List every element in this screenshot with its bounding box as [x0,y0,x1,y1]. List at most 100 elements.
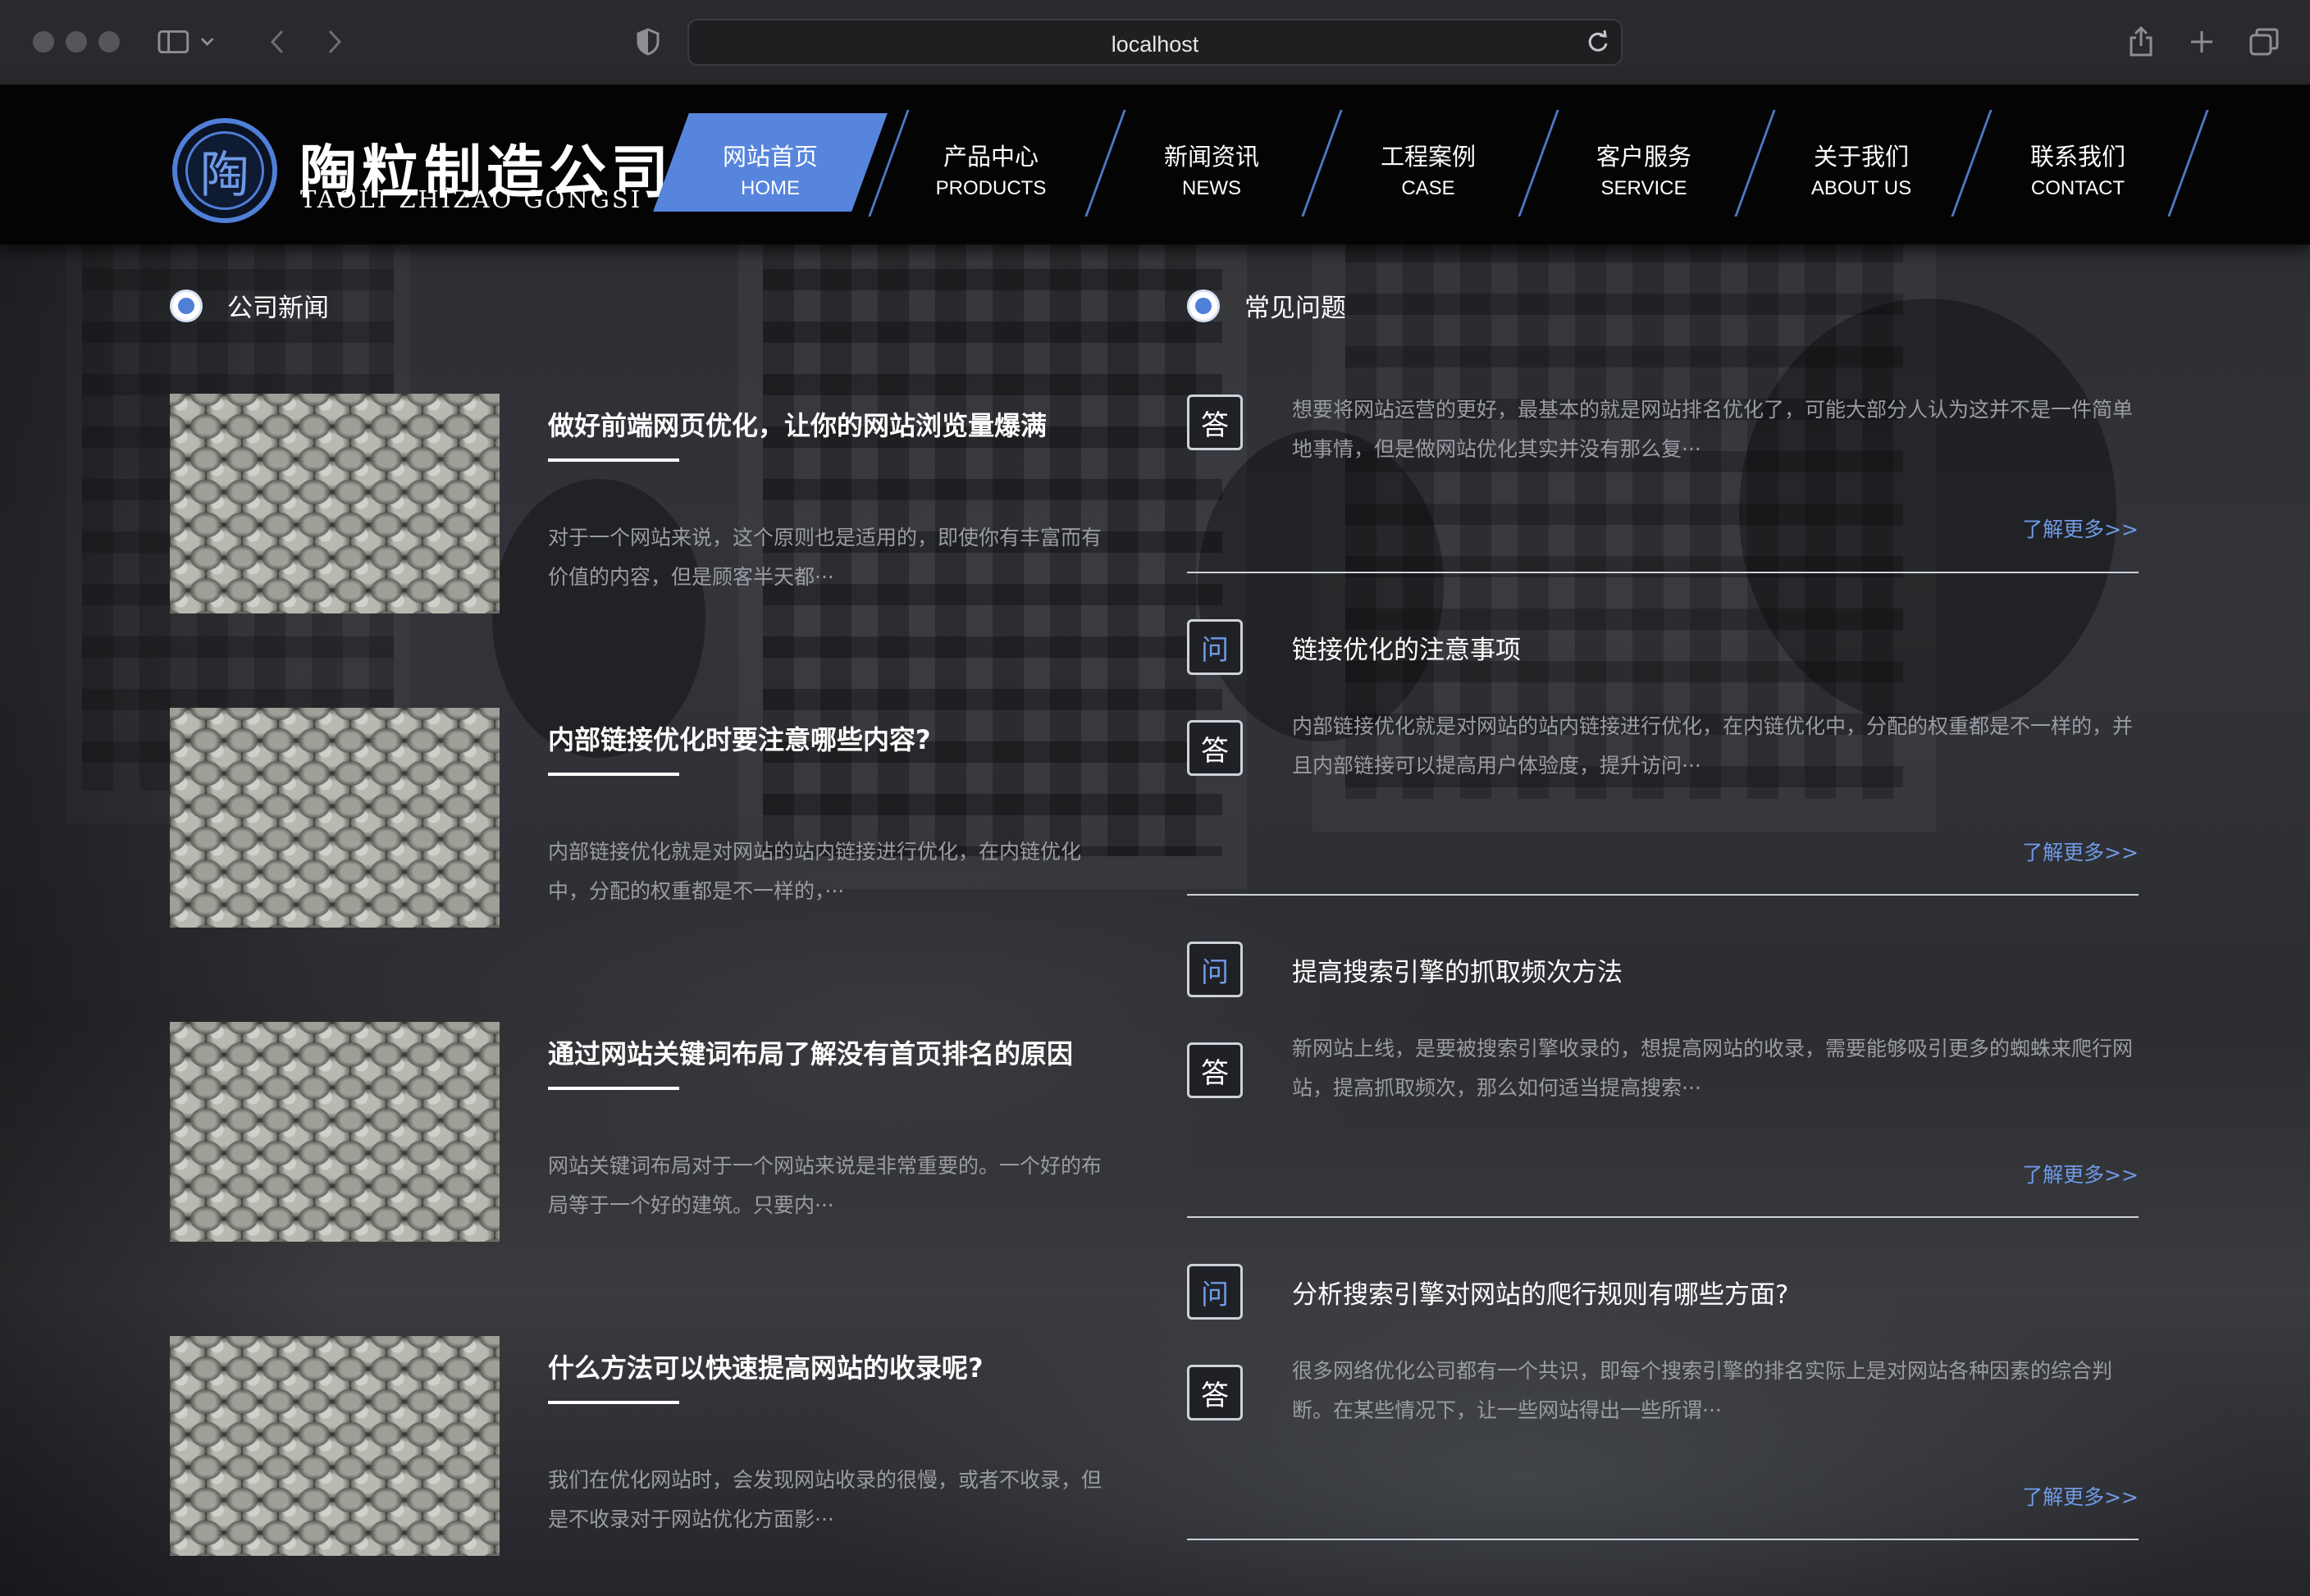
faq-item: 问 分析搜索引擎对网站的爬行规则有哪些方面? 答 很多网络优化公司都有一个共识，… [1187,1264,2139,1543]
nav-label-cn: 客户服务 [1596,143,1691,171]
news-item[interactable]: 做好前端网页优化，让你的网站浏览量爆满 对于一个网站来说，这个原则也是适用的，即… [170,394,1113,615]
nav-item-products[interactable]: 产品中心 PRODUCTS [896,113,1086,212]
site-header: 陶 陶粒制造公司 TAOLI ZHIZAO GONGSI 网站首页 HOME 产… [0,85,2310,244]
answer-badge-icon: 答 [1187,1365,1243,1420]
nav-label-cn: 新闻资讯 [1163,143,1259,171]
news-item[interactable]: 通过网站关键词布局了解没有首页排名的原因 网站关键词布局对于一个网站来说是非常重… [170,1022,1113,1243]
news-thumbnail[interactable] [170,394,500,613]
sidebar-icon [158,30,189,54]
section-bullet-icon [170,289,203,322]
back-button[interactable] [261,21,294,62]
news-thumbnail[interactable] [170,708,500,928]
news-summary: 对于一个网站来说，这个原则也是适用的，即使你有丰富而有价值的内容，但是顾客半天都… [548,526,1102,589]
nav-label-cn: 产品中心 [943,143,1039,171]
shield-icon [637,28,660,56]
address-bar[interactable]: localhost [687,19,1623,66]
news-item[interactable]: 什么方法可以快速提高网站的收录呢? 我们在优化网站时，会发现网站收录的很慢，或者… [170,1336,1113,1557]
news-title[interactable]: 做好前端网页优化，让你的网站浏览量爆满 [548,405,1047,443]
window-close-button[interactable] [33,31,54,52]
nav-label-en: CONTACT [2030,177,2125,199]
nav-item-case[interactable]: 工程案例 CASE [1333,113,1523,212]
title-underline [548,458,679,462]
faq-section-heading: 常见问题 [1187,287,1346,324]
logo-emblem-char: 陶 [185,131,264,210]
plus-icon [2191,31,2212,52]
news-title[interactable]: 什么方法可以快速提高网站的收录呢? [548,1347,984,1385]
logo-name-en: TAOLI ZHIZAO GONGSI [300,185,643,213]
logo-emblem[interactable]: 陶 [172,118,277,223]
nav-label-en: NEWS [1182,177,1241,199]
news-title[interactable]: 通过网站关键词布局了解没有首页排名的原因 [548,1033,1073,1071]
share-button[interactable] [2125,21,2157,62]
faq-answer: 新网站上线，是要被搜索引擎收录的，想提高网站的收录，需要能够吸引更多的蜘蛛来爬行… [1292,1037,2134,1100]
news-title[interactable]: 内部链接优化时要注意哪些内容? [548,719,931,757]
nav-item-contact[interactable]: 联系我们 CONTACT [1983,113,2173,212]
share-icon [2130,26,2152,57]
faq-divider [1187,894,2139,896]
news-section-title: 公司新闻 [227,294,329,323]
new-tab-button[interactable] [2185,21,2218,62]
browser-toolbar: localhost [0,0,2310,85]
nav-item-service[interactable]: 客户服务 SERVICE [1549,113,1739,212]
question-badge-icon: 问 [1187,619,1243,675]
faq-item: 答 想要将网站运营的更好，最基本的就是网站排名优化了，可能大部分人认为这并不是一… [1187,390,2139,574]
sidebar-toggle-button[interactable] [158,21,215,62]
title-underline [548,1401,679,1404]
news-summary: 我们在优化网站时，会发现网站收录的很慢，或者不收录，但是不收录对于网站优化方面影… [548,1468,1102,1531]
faq-answer: 很多网络优化公司都有一个共识，即每个搜索引擎的排名实际上是对网站各种因素的综合判… [1292,1359,2113,1422]
section-bullet-icon [1187,289,1220,322]
nav-label-en: HOME [741,177,800,199]
news-section-heading: 公司新闻 [170,287,329,324]
nav-label-cn: 工程案例 [1380,143,1476,171]
learn-more-link[interactable]: 了解更多>> [2022,513,2139,543]
faq-question[interactable]: 提高搜索引擎的抓取频次方法 [1292,951,1623,988]
faq-divider [1187,1539,2139,1540]
nav-item-about[interactable]: 关于我们 ABOUT US [1766,113,1956,212]
window-minimize-button[interactable] [66,31,87,52]
news-summary: 内部链接优化就是对网站的站内链接进行优化，在内链优化中，分配的权重都是不一样的，… [548,840,1082,903]
chevron-down-icon [200,38,214,46]
learn-more-link[interactable]: 了解更多>> [2022,1481,2139,1511]
nav-item-home[interactable]: 网站首页 HOME [675,113,865,212]
chevron-right-icon [328,30,342,54]
question-badge-icon: 问 [1187,1264,1243,1320]
reload-icon[interactable] [1586,30,1609,53]
nav-separator [2167,110,2209,217]
nav-label-cn: 联系我们 [2029,143,2125,171]
nav-label-en: ABOUT US [1810,177,1912,199]
title-underline [548,773,679,776]
faq-answer: 想要将网站运营的更好，最基本的就是网站排名优化了，可能大部分人认为这并不是一件简… [1292,398,2134,461]
nav-label-en: SERVICE [1600,177,1687,199]
nav-label-en: CASE [1401,177,1455,199]
news-thumbnail[interactable] [170,1022,500,1242]
privacy-shield-button[interactable] [632,21,664,62]
nav-label-cn: 网站首页 [722,143,818,171]
nav-label-cn: 关于我们 [1813,143,1909,171]
faq-question[interactable]: 分析搜索引擎对网站的爬行规则有哪些方面? [1292,1274,1788,1311]
faq-item: 问 链接优化的注意事项 答 内部链接优化就是对网站的站内链接进行优化，在内链优化… [1187,619,2139,898]
faq-divider [1187,1216,2139,1218]
faq-divider [1187,572,2139,573]
news-item[interactable]: 内部链接优化时要注意哪些内容? 内部链接优化就是对网站的站内链接进行优化，在内链… [170,708,1113,929]
learn-more-link[interactable]: 了解更多>> [2022,1159,2139,1188]
tab-overview-button[interactable] [2248,21,2280,62]
learn-more-link[interactable]: 了解更多>> [2022,837,2139,866]
question-badge-icon: 问 [1187,942,1243,997]
chevron-left-icon [270,30,284,54]
faq-section-title: 常见问题 [1244,294,1346,323]
answer-badge-icon: 答 [1187,720,1243,776]
answer-badge-icon: 答 [1187,394,1243,450]
faq-item: 问 提高搜索引擎的抓取频次方法 答 新网站上线，是要被搜索引擎收录的，想提高网站… [1187,942,2139,1220]
news-summary: 网站关键词布局对于一个网站来说是非常重要的。一个好的布局等于一个好的建筑。只要内… [548,1154,1102,1217]
faq-question[interactable]: 链接优化的注意事项 [1292,629,1521,666]
answer-badge-icon: 答 [1187,1042,1243,1098]
nav-item-news[interactable]: 新闻资讯 NEWS [1116,113,1307,212]
tabs-icon [2249,28,2279,56]
window-zoom-button[interactable] [98,31,120,52]
forward-button[interactable] [318,21,351,62]
news-thumbnail[interactable] [170,1336,500,1556]
url-text: localhost [1111,32,1199,57]
nav-label-en: PRODUCTS [935,177,1047,199]
faq-answer: 内部链接优化就是对网站的站内链接进行优化，在内链优化中，分配的权重都是不一样的，… [1292,714,2134,777]
title-underline [548,1087,679,1090]
